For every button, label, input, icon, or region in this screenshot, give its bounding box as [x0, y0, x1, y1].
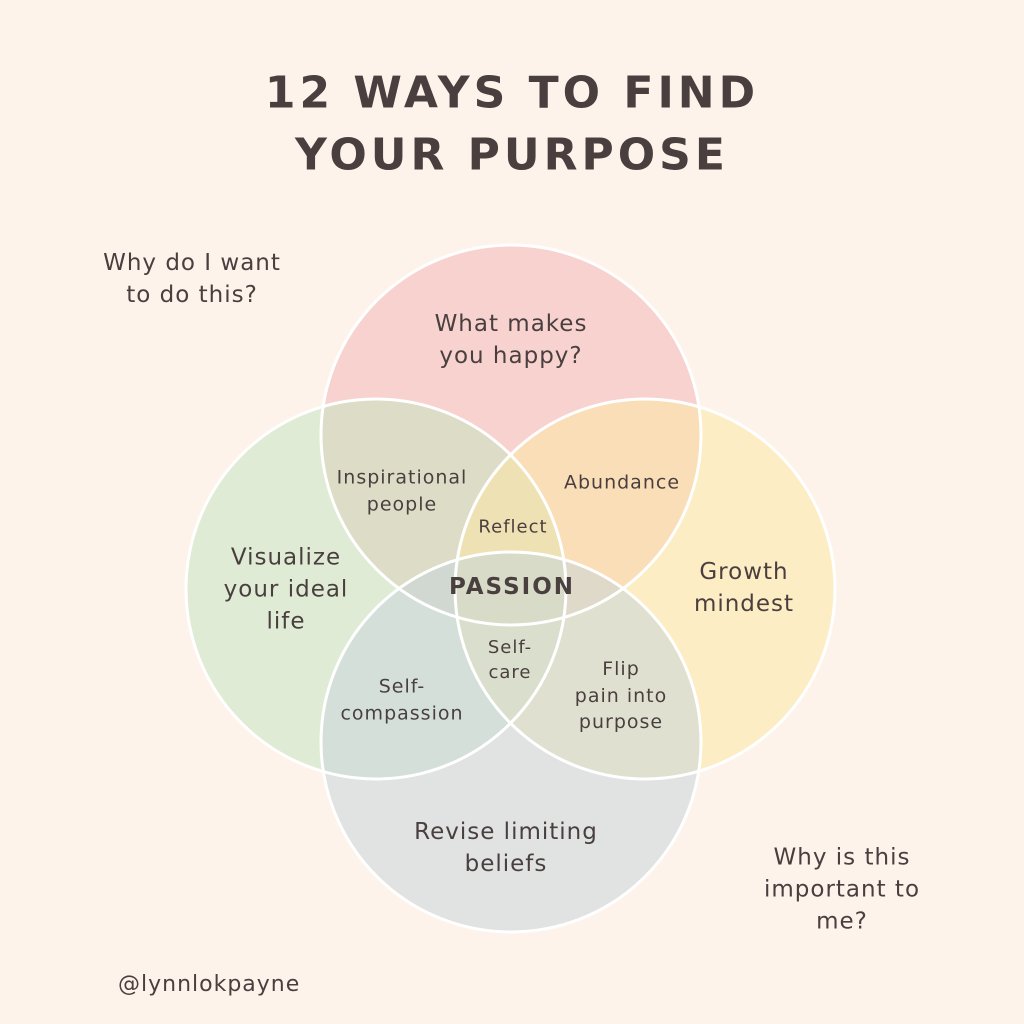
circle-label-bottom: Revise limiting beliefs: [414, 818, 598, 877]
center-label-passion: PASSION: [448, 573, 576, 600]
overlap-label-top-right: Abundance: [563, 471, 681, 494]
circle-label-top: What makes you happy?: [434, 310, 588, 369]
question-why-is-this-important: Why is this important to me?: [763, 844, 921, 936]
page-title: 12 WAYS TO FIND YOUR PURPOSE: [264, 67, 760, 180]
circle-label-right: Growth mindest: [693, 558, 795, 617]
overlap-label-bottom-right: Flip pain into purpose: [574, 658, 668, 734]
question-why-do-i-want: Why do I want to do this?: [103, 249, 281, 308]
overlap-label-lower-center: Self- care: [487, 636, 533, 683]
circle-label-left: Visualize your ideal life: [223, 544, 349, 636]
overlap-label-bottom-left: Self- compassion: [340, 675, 464, 724]
author-handle: @lynnlokpayne: [118, 972, 301, 997]
overlap-label-upper-center: Reflect: [478, 516, 548, 538]
overlap-label-top-left: Inspirational people: [336, 466, 468, 515]
